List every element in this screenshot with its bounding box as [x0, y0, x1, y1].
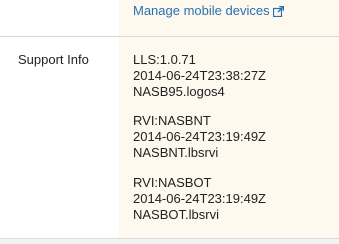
support-info-block: RVI:NASBNT 2014-06-24T23:19:49Z NASBNT.l… [133, 113, 266, 161]
bottom-border [0, 238, 339, 244]
support-info-line: RVI:NASBOT [133, 175, 212, 190]
support-info-line: 2014-06-24T23:19:49Z [133, 129, 266, 144]
external-link-icon [272, 5, 284, 18]
support-info-line: LLS:1.0.71 [133, 52, 196, 67]
support-info-line: RVI:NASBNT [133, 113, 211, 128]
support-info-block: RVI:NASBOT 2014-06-24T23:19:49Z NASBOT.l… [133, 175, 266, 223]
support-info-line: 2014-06-24T23:19:49Z [133, 191, 266, 206]
section-divider [0, 36, 339, 37]
support-info-line: NASBOT.lbsrvi [133, 207, 219, 222]
support-info-line: NASB95.logos4 [133, 84, 225, 99]
support-info-line: NASBNT.lbsrvi [133, 145, 219, 160]
support-info-block: LLS:1.0.71 2014-06-24T23:38:27Z NASB95.l… [133, 52, 266, 100]
support-info-line: 2014-06-24T23:38:27Z [133, 68, 266, 83]
support-info-label: Support Info [18, 52, 89, 67]
manage-mobile-devices-label: Manage mobile devices [133, 3, 270, 18]
manage-mobile-devices-link[interactable]: Manage mobile devices [133, 3, 284, 18]
